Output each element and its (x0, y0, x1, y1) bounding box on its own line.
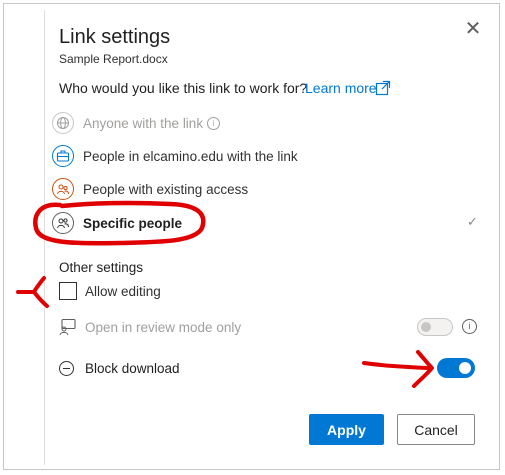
people-icon (52, 178, 74, 200)
person-group-icon (52, 212, 74, 234)
link-settings-dialog (3, 3, 500, 470)
block-download-icon (59, 361, 74, 376)
review-mode-icon (59, 318, 76, 336)
block-download-toggle[interactable] (437, 358, 475, 378)
review-mode-toggle[interactable] (417, 318, 453, 336)
option-anyone-label: Anyone with the link (83, 115, 204, 131)
allow-editing-checkbox[interactable] (59, 282, 77, 300)
info-icon[interactable]: i (207, 116, 221, 130)
selected-checkmark: ✓ (467, 214, 478, 229)
option-existing-label: People with existing access (83, 181, 249, 197)
briefcase-icon (52, 145, 74, 167)
globe-icon (52, 112, 74, 134)
option-specific-people[interactable]: Specific people (52, 210, 182, 236)
apply-button[interactable]: Apply (309, 414, 384, 445)
option-existing-access[interactable]: People with existing access (52, 176, 248, 202)
review-info-icon[interactable]: i (462, 319, 477, 334)
panel-divider (44, 10, 45, 465)
option-specific-label: Specific people (83, 215, 183, 231)
dialog-title: Link settings (59, 26, 171, 48)
external-link-icon[interactable] (375, 80, 391, 96)
close-icon[interactable]: ✕ (463, 19, 483, 39)
link-scope-question: Who would you like this link to work for… (59, 80, 308, 96)
other-settings-heading: Other settings (59, 260, 144, 275)
cancel-button[interactable]: Cancel (397, 414, 475, 445)
option-org-label: People in elcamino.edu with the link (83, 148, 298, 164)
option-anyone[interactable]: Anyone with the link i (52, 110, 221, 136)
learn-more-link[interactable]: Learn more (305, 80, 377, 96)
block-download-label: Block download (85, 361, 180, 376)
review-mode-label: Open in review mode only (85, 320, 242, 335)
allow-editing-label[interactable]: Allow editing (85, 284, 161, 299)
file-name: Sample Report.docx (59, 52, 168, 66)
option-org[interactable]: People in elcamino.edu with the link (52, 143, 298, 169)
